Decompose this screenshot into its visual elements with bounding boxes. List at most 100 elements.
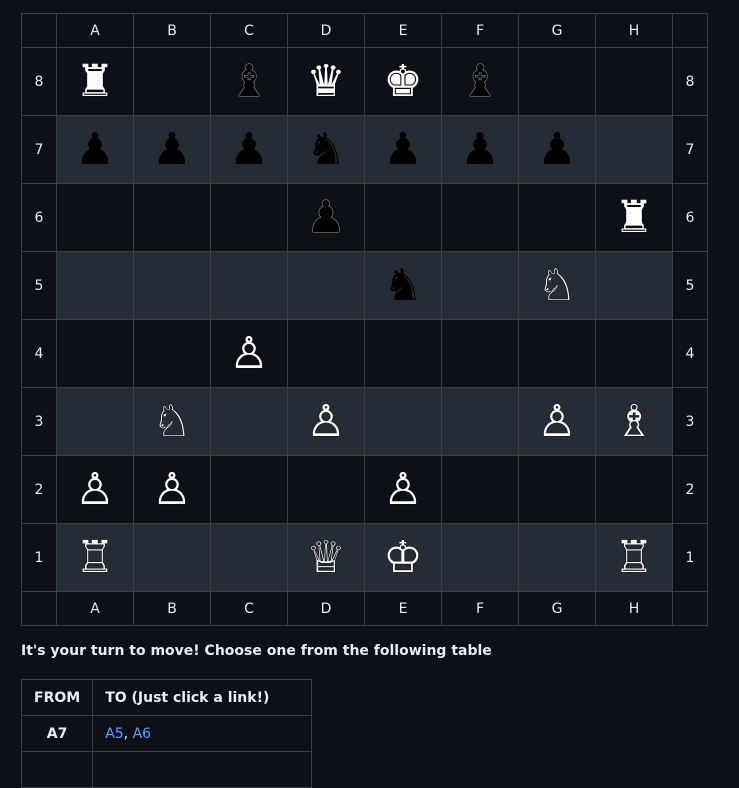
square-f1[interactable] [441,523,519,592]
black-queen-icon: ♛ [306,55,346,107]
square-f6[interactable] [441,183,519,252]
square-f5[interactable] [441,251,519,320]
turn-prompt: It's your turn to move! Choose one from … [21,643,492,659]
square-c7[interactable]: ♟ [210,115,288,184]
square-h3[interactable]: ♗ [595,387,673,456]
square-e6[interactable] [364,183,442,252]
square-h6[interactable]: ♜ [595,183,673,252]
move-link-a6[interactable]: A6 [133,726,151,742]
square-a1[interactable]: ♖ [56,523,134,592]
move-from-cell: A7 [20,715,94,752]
square-b2[interactable]: ♙ [133,455,211,524]
square-d6[interactable]: ♟ [287,183,365,252]
square-g1[interactable] [518,523,596,592]
rank-label: 5 [672,251,708,320]
square-c5[interactable] [210,251,288,320]
square-a4[interactable] [56,319,134,388]
square-f2[interactable] [441,455,519,524]
square-g3[interactable]: ♙ [518,387,596,456]
white-pawn-icon: ♙ [383,463,423,515]
square-g7[interactable]: ♟ [518,115,596,184]
square-b6[interactable] [133,183,211,252]
black-knight-icon: ♞ [383,259,423,311]
board-corner [672,591,708,626]
square-c3[interactable] [210,387,288,456]
board-rank-3: 3 ♘ ♙ ♙ ♗ 3 [21,387,708,456]
square-g6[interactable] [518,183,596,252]
square-b8[interactable] [133,47,211,116]
board-rank-6: 6 ♟ ♜ 6 [21,183,708,252]
rank-label: 3 [21,387,57,456]
white-knight-icon: ♘ [152,395,192,447]
square-d7[interactable]: ♞ [287,115,365,184]
rank-label: 8 [21,47,57,116]
rank-label: 6 [672,183,708,252]
square-d8[interactable]: ♛ [287,47,365,116]
square-h1[interactable]: ♖ [595,523,673,592]
white-knight-icon: ♘ [537,259,577,311]
rank-label: 5 [21,251,57,320]
file-label-f: F [441,13,519,48]
square-h5[interactable] [595,251,673,320]
square-h7[interactable] [595,115,673,184]
square-e7[interactable]: ♟ [364,115,442,184]
square-f4[interactable] [441,319,519,388]
white-pawn-icon: ♙ [152,463,192,515]
square-e1[interactable]: ♔ [364,523,442,592]
square-a3[interactable] [56,387,134,456]
rank-label: 6 [21,183,57,252]
square-e3[interactable] [364,387,442,456]
square-f7[interactable]: ♟ [441,115,519,184]
square-b3[interactable]: ♘ [133,387,211,456]
black-bishop-icon: ♝ [229,55,269,107]
square-a6[interactable] [56,183,134,252]
square-a7[interactable]: ♟ [56,115,134,184]
square-a8[interactable]: ♜ [56,47,134,116]
file-label-e: E [364,13,442,48]
square-b1[interactable] [133,523,211,592]
square-b7[interactable]: ♟ [133,115,211,184]
square-d5[interactable] [287,251,365,320]
square-d2[interactable] [287,455,365,524]
to-column-header: TO (Just click a link!) [92,679,313,716]
square-b5[interactable] [133,251,211,320]
square-c4[interactable]: ♙ [210,319,288,388]
square-h2[interactable] [595,455,673,524]
square-d3[interactable]: ♙ [287,387,365,456]
black-pawn-icon: ♟ [306,191,346,243]
square-e8[interactable]: ♚ [364,47,442,116]
square-d1[interactable]: ♕ [287,523,365,592]
square-g8[interactable] [518,47,596,116]
black-pawn-icon: ♟ [537,123,577,175]
rank-label: 2 [21,455,57,524]
black-knight-icon: ♞ [306,123,346,175]
move-link-a5[interactable]: A5 [105,726,123,742]
square-c6[interactable] [210,183,288,252]
square-h8[interactable] [595,47,673,116]
square-e2[interactable]: ♙ [364,455,442,524]
black-rook-icon: ♜ [614,191,654,243]
square-c8[interactable]: ♝ [210,47,288,116]
square-g4[interactable] [518,319,596,388]
square-d4[interactable] [287,319,365,388]
square-a2[interactable]: ♙ [56,455,134,524]
square-c1[interactable] [210,523,288,592]
square-e4[interactable] [364,319,442,388]
file-label-d: D [287,591,365,626]
black-pawn-icon: ♟ [75,123,115,175]
black-king-icon: ♚ [383,55,423,107]
square-g5[interactable]: ♘ [518,251,596,320]
square-b4[interactable] [133,319,211,388]
square-f8[interactable]: ♝ [441,47,519,116]
square-g2[interactable] [518,455,596,524]
black-pawn-icon: ♟ [229,123,269,175]
board-corner [21,13,57,48]
file-label-a: A [56,591,134,626]
square-c2[interactable] [210,455,288,524]
square-h4[interactable] [595,319,673,388]
rank-label: 4 [21,319,57,388]
square-e5[interactable]: ♞ [364,251,442,320]
square-f3[interactable] [441,387,519,456]
square-a5[interactable] [56,251,134,320]
white-rook-icon: ♖ [614,531,654,583]
